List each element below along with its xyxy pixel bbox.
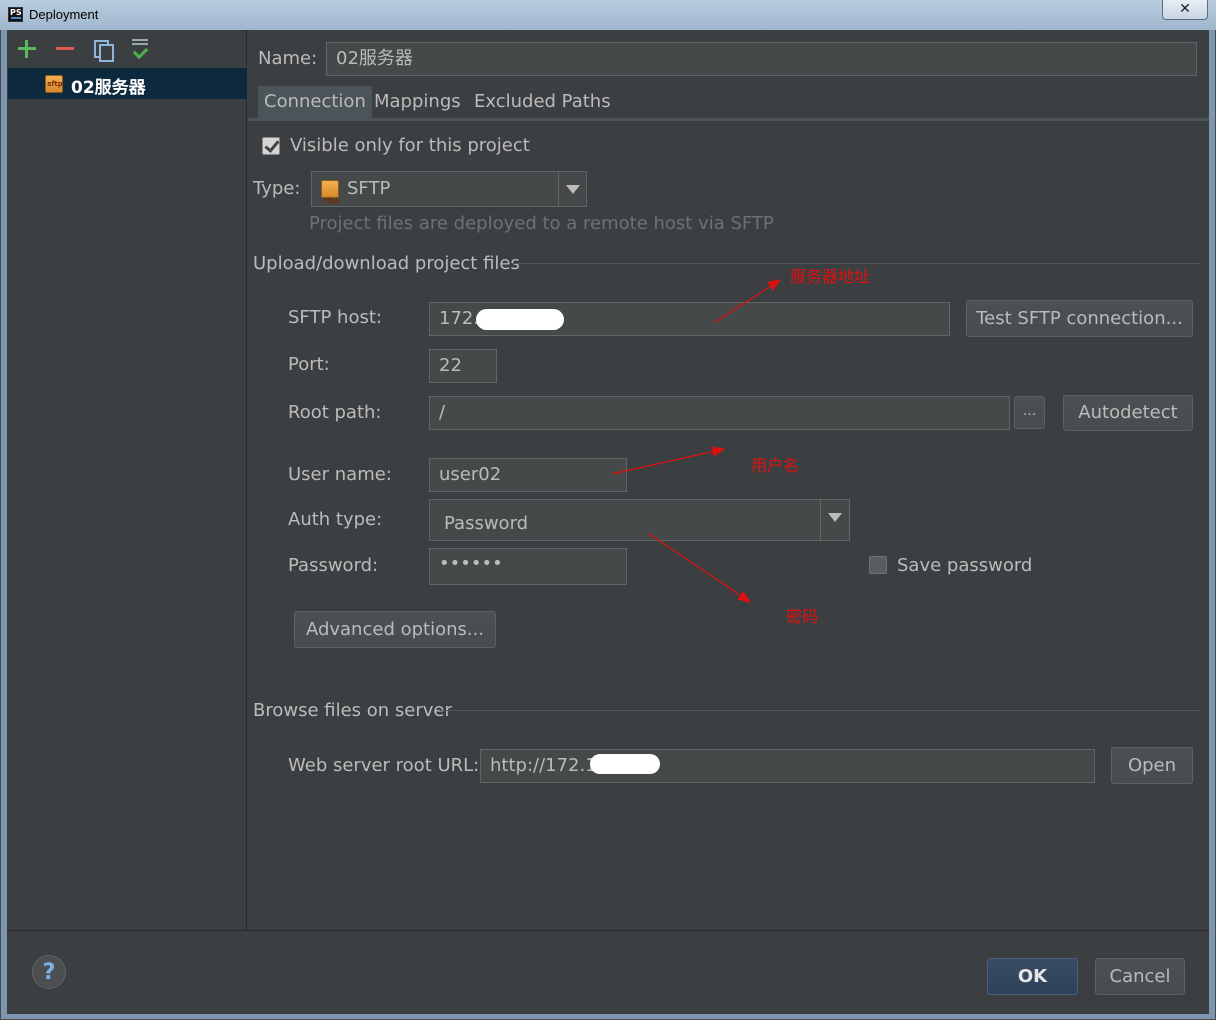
ok-button[interactable]: OK	[987, 958, 1078, 995]
help-button[interactable]: ?	[32, 955, 66, 989]
cancel-button[interactable]: Cancel	[1095, 958, 1185, 995]
annotation-username: 用户名	[751, 456, 800, 475]
footer-divider	[7, 930, 1209, 931]
arrow-to-host	[714, 279, 782, 323]
annotation-password: 密码	[786, 607, 819, 626]
annotation-server-address: 服务器地址	[790, 267, 871, 286]
arrow-to-user	[611, 446, 726, 475]
arrow-to-password	[647, 532, 752, 603]
annotation-arrows	[611, 279, 782, 603]
